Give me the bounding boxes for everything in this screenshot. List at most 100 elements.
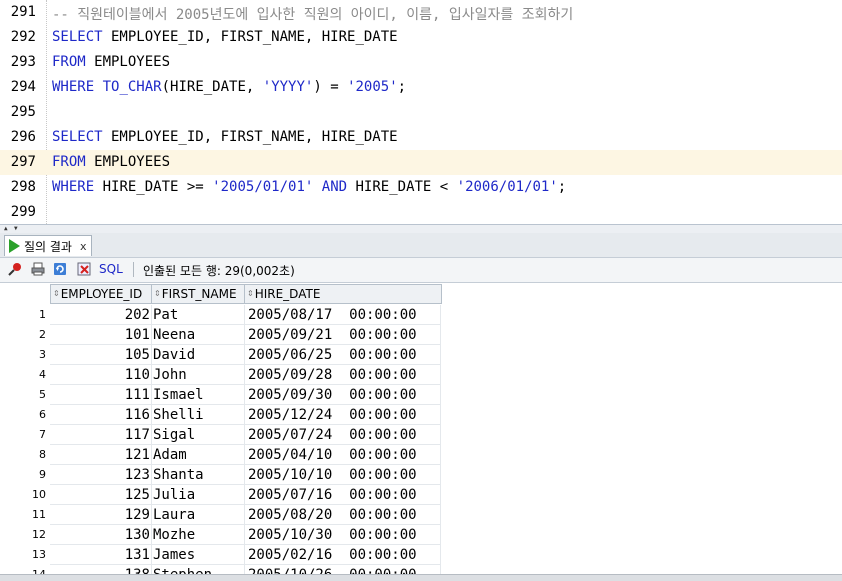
line-number: 297 <box>10 154 36 170</box>
column-header-label: HIRE_DATE <box>254 287 321 301</box>
cell-hire-date[interactable]: 2005/09/21 00:00:00 <box>245 325 441 345</box>
table-row[interactable]: 9 123 Shanta 2005/10/10 00:00:00 <box>0 465 842 485</box>
code-line[interactable]: 296 SELECT EMPLOYEE_ID, FIRST_NAME, HIRE_… <box>0 125 842 150</box>
column-header-first-name[interactable]: ⇕ FIRST_NAME <box>151 284 245 304</box>
cell-employee-id[interactable]: 129 <box>50 505 152 525</box>
cell-hire-date[interactable]: 2005/08/17 00:00:00 <box>245 305 441 325</box>
cell-employee-id[interactable]: 123 <box>50 465 152 485</box>
sql-keyword: FROM <box>52 54 86 70</box>
row-number: 5 <box>39 388 46 401</box>
row-number: 13 <box>32 548 46 561</box>
cell-employee-id[interactable]: 105 <box>50 345 152 365</box>
sql-token: ; <box>397 79 407 95</box>
column-header-employee-id[interactable]: ⇕ EMPLOYEE_ID <box>50 284 152 304</box>
cell-hire-date[interactable]: 2005/12/24 00:00:00 <box>245 405 441 425</box>
tab-query-result[interactable]: 질의 결과 x <box>4 235 92 256</box>
column-header-hire-date[interactable]: ⇕ HIRE_DATE <box>244 284 442 304</box>
code-text: WHERE HIRE_DATE >= '2005/01/01' AND HIRE… <box>52 179 566 195</box>
sql-string: 'YYYY' <box>262 79 314 95</box>
cell-hire-date[interactable]: 2005/02/16 00:00:00 <box>245 545 441 565</box>
table-row[interactable]: 7 117 Sigal 2005/07/24 00:00:00 <box>0 425 842 445</box>
code-text: -- 직원테이블에서 2005년도에 입사한 직원의 아이디, 이름, 입사일자… <box>52 4 573 24</box>
cell-hire-date[interactable]: 2005/07/24 00:00:00 <box>245 425 441 445</box>
cell-hire-date[interactable]: 2005/10/10 00:00:00 <box>245 465 441 485</box>
tab-close-button[interactable]: x <box>80 240 87 253</box>
cell-hire-date[interactable]: 2005/06/25 00:00:00 <box>245 345 441 365</box>
refresh-icon[interactable] <box>53 262 67 276</box>
row-number: 6 <box>39 408 46 421</box>
table-row[interactable]: 2 101 Neena 2005/09/21 00:00:00 <box>0 325 842 345</box>
code-line[interactable]: 299 <box>0 200 842 224</box>
cell-hire-date[interactable]: 2005/07/16 00:00:00 <box>245 485 441 505</box>
line-number: 291 <box>10 4 36 20</box>
cell-employee-id[interactable]: 110 <box>50 365 152 385</box>
sort-icon: ⇕ <box>53 289 60 298</box>
line-number: 295 <box>10 104 36 120</box>
sort-icon: ⇕ <box>154 289 161 298</box>
cell-employee-id[interactable]: 121 <box>50 445 152 465</box>
table-row[interactable]: 1 202 Pat 2005/08/17 00:00:00 <box>0 305 842 325</box>
table-row[interactable]: 5 111 Ismael 2005/09/30 00:00:00 <box>0 385 842 405</box>
table-row[interactable]: 4 110 John 2005/09/28 00:00:00 <box>0 365 842 385</box>
cell-first-name[interactable]: Laura <box>152 505 245 525</box>
delete-icon[interactable] <box>77 262 91 276</box>
sql-editor[interactable]: 291 -- 직원테이블에서 2005년도에 입사한 직원의 아이디, 이름, 입… <box>0 0 842 224</box>
cell-employee-id[interactable]: 116 <box>50 405 152 425</box>
cell-employee-id[interactable]: 111 <box>50 385 152 405</box>
cell-first-name[interactable]: Pat <box>152 305 245 325</box>
row-number: 11 <box>32 508 46 521</box>
code-line[interactable]: 294 WHERE TO_CHAR(HIRE_DATE, 'YYYY') = '2… <box>0 75 842 100</box>
cell-first-name[interactable]: Sigal <box>152 425 245 445</box>
row-number: 2 <box>39 328 46 341</box>
cell-hire-date[interactable]: 2005/09/28 00:00:00 <box>245 365 441 385</box>
sql-token: HIRE_DATE >= <box>94 179 213 195</box>
cell-first-name[interactable]: Mozhe <box>152 525 245 545</box>
cell-hire-date[interactable]: 2005/10/30 00:00:00 <box>245 525 441 545</box>
code-line[interactable]: 295 <box>0 100 842 125</box>
table-row[interactable]: 3 105 David 2005/06/25 00:00:00 <box>0 345 842 365</box>
print-icon[interactable] <box>31 262 45 276</box>
cell-employee-id[interactable]: 202 <box>50 305 152 325</box>
table-row[interactable]: 13 131 James 2005/02/16 00:00:00 <box>0 545 842 565</box>
cell-first-name[interactable]: Ismael <box>152 385 245 405</box>
cell-employee-id[interactable]: 131 <box>50 545 152 565</box>
sql-keyword: SELECT <box>52 29 103 45</box>
code-line[interactable]: 298 WHERE HIRE_DATE >= '2005/01/01' AND H… <box>0 175 842 200</box>
code-line[interactable]: 293 FROM EMPLOYEES <box>0 50 842 75</box>
cell-first-name[interactable]: Shelli <box>152 405 245 425</box>
toolbar-divider <box>133 262 134 277</box>
sql-keyword: WHERE <box>52 179 95 195</box>
table-row[interactable]: 12 130 Mozhe 2005/10/30 00:00:00 <box>0 525 842 545</box>
sql-token: EMPLOYEE_ID, FIRST_NAME, HIRE_DATE <box>102 29 398 45</box>
cell-employee-id[interactable]: 125 <box>50 485 152 505</box>
table-row[interactable]: 6 116 Shelli 2005/12/24 00:00:00 <box>0 405 842 425</box>
cell-hire-date[interactable]: 2005/09/30 00:00:00 <box>245 385 441 405</box>
sql-button[interactable]: SQL <box>99 262 123 276</box>
result-grid[interactable]: ⇕ EMPLOYEE_ID ⇕ FIRST_NAME ⇕ HIRE_DATE 1… <box>0 283 842 580</box>
table-row[interactable]: 11 129 Laura 2005/08/20 00:00:00 <box>0 505 842 525</box>
cell-first-name[interactable]: Julia <box>152 485 245 505</box>
cell-employee-id[interactable]: 117 <box>50 425 152 445</box>
cell-hire-date[interactable]: 2005/04/10 00:00:00 <box>245 445 441 465</box>
collapse-down-icon[interactable]: ▼ <box>14 226 18 232</box>
cell-first-name[interactable]: James <box>152 545 245 565</box>
pin-icon[interactable] <box>8 262 22 276</box>
cell-first-name[interactable]: Adam <box>152 445 245 465</box>
line-number: 293 <box>10 54 36 70</box>
code-line[interactable]: 297 FROM EMPLOYEES <box>0 150 842 175</box>
table-row[interactable]: 10 125 Julia 2005/07/16 00:00:00 <box>0 485 842 505</box>
cell-employee-id[interactable]: 130 <box>50 525 152 545</box>
cell-employee-id[interactable]: 101 <box>50 325 152 345</box>
cell-hire-date[interactable]: 2005/08/20 00:00:00 <box>245 505 441 525</box>
code-line[interactable]: 292 SELECT EMPLOYEE_ID, FIRST_NAME, HIRE_… <box>0 25 842 50</box>
results-toolbar: SQL 인출된 모든 행: 29(0,002초) <box>0 257 842 283</box>
table-row[interactable]: 8 121 Adam 2005/04/10 00:00:00 <box>0 445 842 465</box>
collapse-up-icon[interactable]: ▲ <box>4 226 8 232</box>
cell-first-name[interactable]: David <box>152 345 245 365</box>
cell-first-name[interactable]: Shanta <box>152 465 245 485</box>
cell-first-name[interactable]: John <box>152 365 245 385</box>
code-line[interactable]: 291 -- 직원테이블에서 2005년도에 입사한 직원의 아이디, 이름, 입… <box>0 0 842 25</box>
sql-string: '2005' <box>347 79 398 95</box>
cell-first-name[interactable]: Neena <box>152 325 245 345</box>
